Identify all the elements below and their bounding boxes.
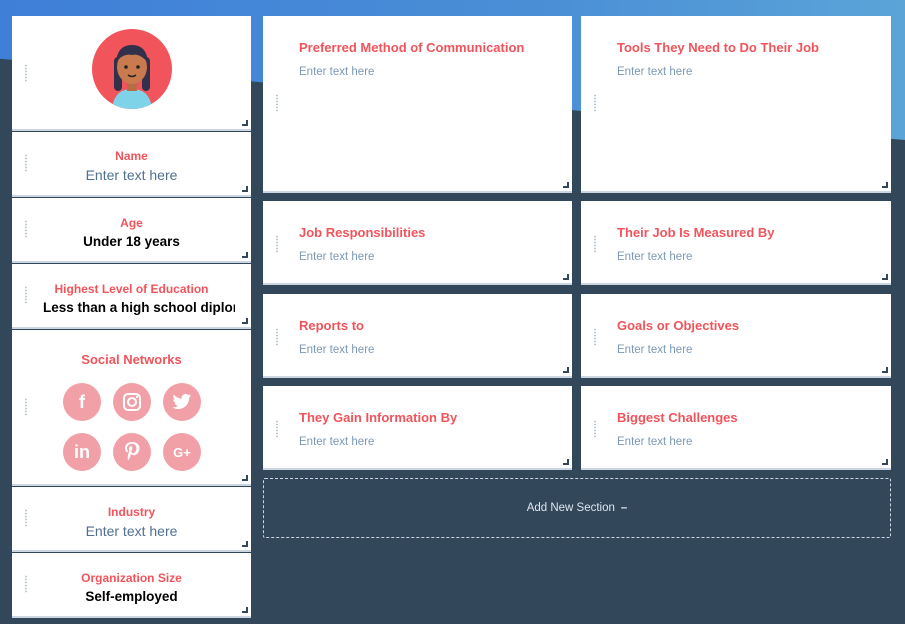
drag-handle-icon[interactable] xyxy=(275,328,279,346)
resize-handle-icon[interactable] xyxy=(242,475,248,481)
drag-handle-icon[interactable] xyxy=(593,328,597,346)
section-job-measured-by[interactable]: Their Job Is Measured By Enter text here xyxy=(581,201,891,285)
section-text-field[interactable]: Enter text here xyxy=(617,436,692,448)
section-title: Preferred Method of Communication xyxy=(299,40,525,55)
drag-handle-icon[interactable] xyxy=(24,64,28,82)
name-field[interactable]: Enter text here xyxy=(12,167,251,183)
resize-handle-icon[interactable] xyxy=(242,318,248,324)
resize-handle-icon[interactable] xyxy=(882,182,888,188)
instagram-icon[interactable] xyxy=(113,383,151,421)
section-title: Biggest Challenges xyxy=(617,410,738,425)
age-label: Age xyxy=(120,216,143,230)
section-title: They Gain Information By xyxy=(299,410,458,425)
section-reports-to[interactable]: Reports to Enter text here xyxy=(263,294,572,378)
resize-handle-icon[interactable] xyxy=(242,186,248,192)
drag-handle-icon[interactable] xyxy=(275,235,279,253)
drag-handle-icon[interactable] xyxy=(24,398,28,416)
organization-size-label: Organization Size xyxy=(81,571,182,585)
avatar[interactable] xyxy=(92,29,172,109)
avatar-card[interactable] xyxy=(12,16,251,131)
section-job-responsibilities[interactable]: Job Responsibilities Enter text here xyxy=(263,201,572,285)
section-goals[interactable]: Goals or Objectives Enter text here xyxy=(581,294,891,378)
drag-handle-icon[interactable] xyxy=(593,94,597,112)
drag-handle-icon[interactable] xyxy=(275,94,279,112)
industry-card[interactable]: Industry Enter text here xyxy=(12,487,251,552)
pinterest-icon[interactable] xyxy=(113,433,151,471)
resize-handle-icon[interactable] xyxy=(563,459,569,465)
resize-handle-icon[interactable] xyxy=(242,607,248,613)
resize-handle-icon[interactable] xyxy=(882,367,888,373)
drag-handle-icon[interactable] xyxy=(593,235,597,253)
section-title: Job Responsibilities xyxy=(299,225,426,240)
drag-handle-icon[interactable] xyxy=(24,509,28,527)
resize-handle-icon[interactable] xyxy=(563,274,569,280)
minus-icon: – xyxy=(620,502,628,514)
twitter-icon[interactable] xyxy=(163,383,201,421)
section-title: Goals or Objectives xyxy=(617,318,740,333)
social-networks-title: Social Networks xyxy=(81,352,182,367)
section-gain-information[interactable]: They Gain Information By Enter text here xyxy=(263,386,572,470)
resize-handle-icon[interactable] xyxy=(242,252,248,258)
section-text-field[interactable]: Enter text here xyxy=(299,66,374,78)
facebook-icon[interactable]: f xyxy=(63,383,101,421)
drag-handle-icon[interactable] xyxy=(24,154,28,172)
age-card[interactable]: Age Under 18 years xyxy=(12,198,251,263)
section-title: Reports to xyxy=(299,318,364,333)
education-value[interactable]: Less than a high school diploma xyxy=(28,300,235,315)
organization-size-value[interactable]: Self-employed xyxy=(12,589,251,604)
add-new-section-label: Add New Section xyxy=(526,502,615,514)
education-label: Highest Level of Education xyxy=(54,282,209,296)
section-text-field[interactable]: Enter text here xyxy=(299,344,374,356)
resize-handle-icon[interactable] xyxy=(242,120,248,126)
section-title: Their Job Is Measured By xyxy=(617,225,775,240)
industry-label: Industry xyxy=(107,505,156,519)
social-networks-card[interactable]: Social Networks f in G+ xyxy=(12,330,251,486)
industry-field[interactable]: Enter text here xyxy=(12,523,251,539)
resize-handle-icon[interactable] xyxy=(563,182,569,188)
section-text-field[interactable]: Enter text here xyxy=(299,251,374,263)
resize-handle-icon[interactable] xyxy=(563,367,569,373)
resize-handle-icon[interactable] xyxy=(882,459,888,465)
resize-handle-icon[interactable] xyxy=(882,274,888,280)
section-text-field[interactable]: Enter text here xyxy=(617,66,692,78)
section-biggest-challenges[interactable]: Biggest Challenges Enter text here xyxy=(581,386,891,470)
name-label: Name xyxy=(115,149,148,163)
section-text-field[interactable]: Enter text here xyxy=(617,251,692,263)
education-card[interactable]: Highest Level of Education Less than a h… xyxy=(12,264,251,329)
drag-handle-icon[interactable] xyxy=(593,420,597,438)
google-plus-icon[interactable]: G+ xyxy=(163,433,201,471)
drag-handle-icon[interactable] xyxy=(24,220,28,238)
section-tools[interactable]: Tools They Need to Do Their Job Enter te… xyxy=(581,16,891,193)
linkedin-icon[interactable]: in xyxy=(63,433,101,471)
drag-handle-icon[interactable] xyxy=(24,575,28,593)
organization-size-card[interactable]: Organization Size Self-employed xyxy=(12,553,251,618)
age-value[interactable]: Under 18 years xyxy=(12,234,251,249)
drag-handle-icon[interactable] xyxy=(24,286,28,304)
name-card[interactable]: Name Enter text here xyxy=(12,132,251,197)
section-title: Tools They Need to Do Their Job xyxy=(617,40,819,55)
drag-handle-icon[interactable] xyxy=(275,420,279,438)
section-text-field[interactable]: Enter text here xyxy=(299,436,374,448)
section-text-field[interactable]: Enter text here xyxy=(617,344,692,356)
add-new-section-button[interactable]: Add New Section – xyxy=(263,478,891,538)
resize-handle-icon[interactable] xyxy=(242,541,248,547)
section-preferred-communication[interactable]: Preferred Method of Communication Enter … xyxy=(263,16,572,193)
